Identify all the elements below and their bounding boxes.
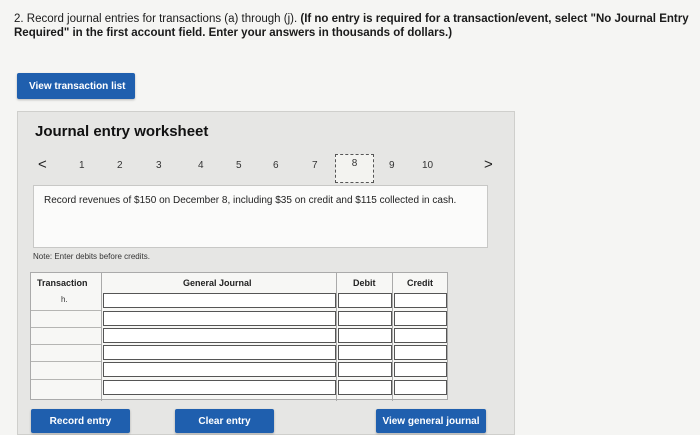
debit-field[interactable] [338, 311, 392, 326]
record-entry-button[interactable]: Record entry [31, 409, 130, 433]
transaction-value: h. [61, 295, 68, 304]
debit-field[interactable] [338, 380, 392, 395]
account-field[interactable] [103, 362, 336, 377]
debits-note: Note: Enter debits before credits. [33, 252, 150, 261]
col-divider [392, 273, 393, 401]
credit-field[interactable] [394, 345, 447, 360]
credit-field[interactable] [394, 311, 447, 326]
account-field[interactable] [103, 380, 336, 395]
debit-field[interactable] [338, 345, 392, 360]
header-credit: Credit [407, 278, 434, 288]
journal-table: Transaction General Journal Debit Credit… [30, 272, 448, 401]
header-debit: Debit [353, 278, 376, 288]
row-divider [31, 310, 101, 311]
account-field[interactable] [103, 293, 336, 308]
credit-field[interactable] [394, 328, 447, 343]
debit-field[interactable] [338, 362, 392, 377]
view-general-journal-button[interactable]: View general journal [376, 409, 486, 433]
view-transaction-list-button[interactable]: View transaction list [17, 73, 135, 99]
instructions-prefix: 2. Record journal entries for transactio… [14, 13, 301, 25]
header-transaction: Transaction [37, 278, 88, 288]
journal-entry-worksheet: Journal entry worksheet < 1 2 3 4 5 6 7 … [17, 111, 515, 435]
page-2[interactable]: 2 [117, 160, 123, 171]
transaction-description: Record revenues of $150 on December 8, i… [33, 185, 488, 248]
instructions: 2. Record journal entries for transactio… [14, 12, 690, 40]
clear-entry-button[interactable]: Clear entry [175, 409, 274, 433]
col-divider [101, 273, 102, 401]
page-8-active[interactable]: 8 [335, 154, 374, 183]
next-page-icon[interactable]: > [484, 156, 493, 173]
col-divider [336, 273, 337, 401]
worksheet-title: Journal entry worksheet [35, 123, 209, 140]
row-divider [31, 379, 101, 380]
row-divider [31, 327, 101, 328]
credit-field[interactable] [394, 293, 447, 308]
page-nav: < 1 2 3 4 5 6 7 8 9 10 > [18, 154, 516, 183]
account-field[interactable] [103, 345, 336, 360]
page-7[interactable]: 7 [312, 160, 318, 171]
debit-field[interactable] [338, 293, 392, 308]
page-6[interactable]: 6 [273, 160, 279, 171]
page-1[interactable]: 1 [79, 160, 85, 171]
row-divider [31, 344, 101, 345]
credit-field[interactable] [394, 362, 447, 377]
page-10[interactable]: 10 [422, 160, 433, 171]
account-field[interactable] [103, 311, 336, 326]
prev-page-icon[interactable]: < [38, 156, 47, 173]
page-3[interactable]: 3 [156, 160, 162, 171]
page-4[interactable]: 4 [198, 160, 204, 171]
row-divider [31, 361, 101, 362]
credit-field[interactable] [394, 380, 447, 395]
debit-field[interactable] [338, 328, 392, 343]
header-general-journal: General Journal [183, 278, 252, 288]
account-field[interactable] [103, 328, 336, 343]
page-9[interactable]: 9 [389, 160, 395, 171]
page-5[interactable]: 5 [236, 160, 242, 171]
